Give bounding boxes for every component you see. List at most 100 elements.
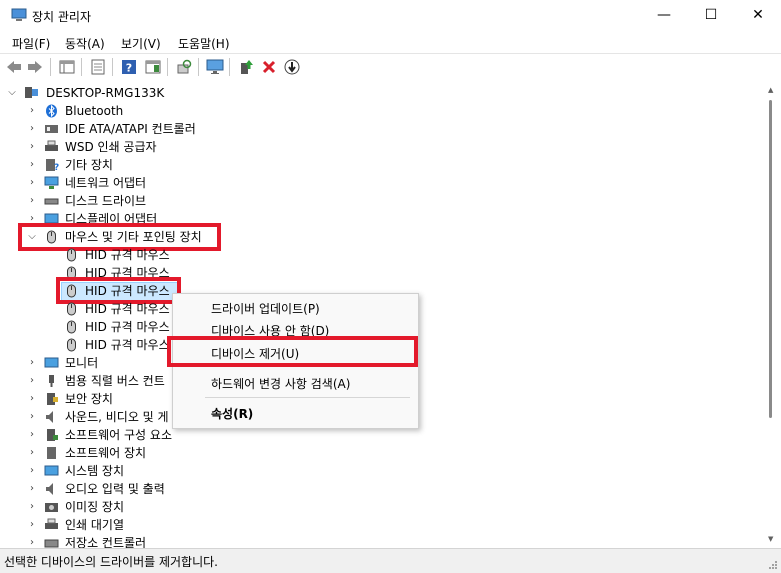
tree-item-bluetooth[interactable]: › Bluetooth bbox=[0, 102, 300, 120]
properties-icon[interactable] bbox=[89, 58, 107, 76]
tree-item-software-device[interactable]: › 소프트웨어 장치 bbox=[0, 444, 300, 462]
tree-item-label: 범용 직렬 버스 컨트 bbox=[65, 374, 165, 388]
tree-item-label: 네트워크 어댑터 bbox=[65, 176, 147, 190]
title-bar: 장치 관리자 — ☐ ✕ bbox=[0, 0, 781, 31]
chevron-right-icon[interactable]: › bbox=[27, 462, 37, 480]
minimize-button[interactable]: — bbox=[641, 0, 687, 31]
tree-item-other[interactable]: › ? 기타 장치 bbox=[0, 156, 300, 174]
help-icon[interactable]: ? bbox=[120, 58, 138, 76]
print-queue-icon bbox=[45, 518, 58, 529]
tree-item-label: 보안 장치 bbox=[65, 392, 113, 406]
mouse-icon bbox=[67, 320, 76, 334]
resize-grip-icon[interactable] bbox=[768, 560, 778, 570]
chevron-right-icon[interactable]: › bbox=[27, 138, 37, 156]
tree-item-label: 소프트웨어 구성 요소 bbox=[65, 428, 172, 442]
monitor-icon bbox=[44, 357, 59, 368]
software-component-icon bbox=[47, 429, 58, 441]
chevron-right-icon[interactable]: › bbox=[27, 408, 37, 426]
svg-text:?: ? bbox=[126, 62, 132, 75]
tree-item-disk[interactable]: › 디스크 드라이브 bbox=[0, 192, 300, 210]
network-adapter-icon bbox=[44, 176, 59, 189]
tree-root[interactable]: ⌵ DESKTOP-RMG133K bbox=[0, 84, 300, 102]
device-manager-app-icon bbox=[11, 8, 27, 21]
chevron-right-icon[interactable]: › bbox=[27, 516, 37, 534]
menu-file[interactable]: 파일(F) bbox=[12, 35, 50, 52]
tree-item-label: 디스크 드라이브 bbox=[65, 194, 147, 208]
chevron-right-icon[interactable]: › bbox=[27, 192, 37, 210]
status-text: 선택한 디바이스의 드라이버를 제거합니다. bbox=[4, 555, 218, 569]
audio-io-icon bbox=[46, 483, 53, 495]
tree-item-hid-mouse[interactable]: HID 규격 마우스 bbox=[0, 246, 300, 264]
disk-drive-icon bbox=[44, 198, 59, 205]
chevron-right-icon[interactable]: › bbox=[27, 480, 37, 498]
menu-item-scan-hardware[interactable]: 하드웨어 변경 사항 검색(A) bbox=[211, 375, 350, 392]
tree-item-print-queue[interactable]: › 인쇄 대기열 bbox=[0, 516, 300, 534]
tree-item-label: WSD 인쇄 공급자 bbox=[65, 140, 157, 154]
menu-bar: 파일(F) 동작(A) 보기(V) 도움말(H) bbox=[0, 31, 781, 53]
tree-item-network[interactable]: › 네트워크 어댑터 bbox=[0, 174, 300, 192]
menu-help[interactable]: 도움말(H) bbox=[178, 35, 230, 52]
back-icon[interactable] bbox=[5, 58, 23, 76]
tree-item-label: HID 규격 마우스 bbox=[85, 302, 170, 316]
mouse-icon bbox=[67, 248, 76, 262]
window-title: 장치 관리자 bbox=[32, 10, 92, 24]
chevron-right-icon[interactable]: › bbox=[27, 372, 37, 390]
tree-item-label: 시스템 장치 bbox=[65, 464, 125, 478]
tree-item-ide[interactable]: › IDE ATA/ATAPI 컨트롤러 bbox=[0, 120, 300, 138]
menu-view[interactable]: 보기(V) bbox=[121, 35, 161, 52]
tree-item-wsd[interactable]: › WSD 인쇄 공급자 bbox=[0, 138, 300, 156]
scan-hardware-icon[interactable] bbox=[175, 58, 193, 76]
update-driver-icon[interactable] bbox=[237, 58, 255, 76]
chevron-right-icon[interactable]: › bbox=[27, 498, 37, 516]
chevron-right-icon[interactable]: › bbox=[27, 120, 37, 138]
tree-item-audio-io[interactable]: › 오디오 입력 및 출력 bbox=[0, 480, 300, 498]
chevron-right-icon[interactable]: › bbox=[27, 102, 37, 120]
menu-action[interactable]: 동작(A) bbox=[65, 35, 105, 52]
tree-root-label: DESKTOP-RMG133K bbox=[46, 86, 165, 100]
chevron-right-icon[interactable]: › bbox=[27, 426, 37, 444]
chevron-right-icon[interactable]: › bbox=[27, 156, 37, 174]
scroll-up-arrow-icon[interactable]: ▲ bbox=[768, 86, 777, 94]
disable-device-icon[interactable] bbox=[283, 58, 301, 76]
chevron-right-icon[interactable]: › bbox=[27, 534, 37, 548]
tree-item-system[interactable]: › 시스템 장치 bbox=[0, 462, 300, 480]
highlight-box-uninstall bbox=[167, 336, 418, 367]
mouse-icon bbox=[67, 338, 76, 352]
tree-item-label: 이미징 장치 bbox=[65, 500, 125, 514]
tree-item-label: 소프트웨어 장치 bbox=[65, 446, 147, 460]
bluetooth-icon bbox=[46, 104, 57, 118]
close-button[interactable]: ✕ bbox=[735, 0, 781, 31]
usb-icon bbox=[49, 375, 54, 387]
system-device-icon bbox=[44, 465, 59, 476]
chevron-right-icon[interactable]: › bbox=[27, 390, 37, 408]
action-pane-icon[interactable] bbox=[144, 58, 162, 76]
show-hide-console-tree-icon[interactable] bbox=[58, 58, 76, 76]
forward-icon[interactable] bbox=[26, 58, 44, 76]
chevron-right-icon[interactable]: › bbox=[27, 444, 37, 462]
chevron-down-icon[interactable]: ⌵ bbox=[7, 84, 17, 102]
maximize-button[interactable]: ☐ bbox=[688, 0, 734, 31]
tree-item-imaging[interactable]: › 이미징 장치 bbox=[0, 498, 300, 516]
toolbar: ? bbox=[0, 53, 781, 82]
tree-item-label: 오디오 입력 및 출력 bbox=[65, 482, 165, 496]
mouse-icon bbox=[67, 302, 76, 316]
security-device-icon bbox=[47, 393, 58, 405]
tree-item-label: 모니터 bbox=[65, 356, 99, 370]
chevron-right-icon[interactable]: › bbox=[27, 174, 37, 192]
tree-item-label: 저장소 컨트롤러 bbox=[65, 536, 147, 548]
tree-item-storage[interactable]: › 저장소 컨트롤러 bbox=[0, 534, 300, 548]
storage-controller-icon bbox=[44, 539, 59, 548]
uninstall-device-icon[interactable] bbox=[260, 58, 278, 76]
scroll-thumb[interactable] bbox=[769, 100, 772, 418]
computer-icon bbox=[25, 87, 38, 98]
scroll-down-arrow-icon[interactable]: ▼ bbox=[768, 535, 777, 543]
other-devices-icon: ? bbox=[46, 159, 59, 172]
menu-item-properties[interactable]: 속성(R) bbox=[211, 405, 253, 422]
menu-item-update-driver[interactable]: 드라이버 업데이트(P) bbox=[211, 300, 320, 317]
vertical-scrollbar[interactable]: ▲ ▼ bbox=[764, 81, 781, 548]
tree-item-label: 기타 장치 bbox=[65, 158, 113, 172]
tree-item-label: 인쇄 대기열 bbox=[65, 518, 125, 532]
tree-item-label: HID 규격 마우스 bbox=[85, 320, 170, 334]
chevron-right-icon[interactable]: › bbox=[27, 354, 37, 372]
monitor-icon[interactable] bbox=[206, 58, 224, 76]
